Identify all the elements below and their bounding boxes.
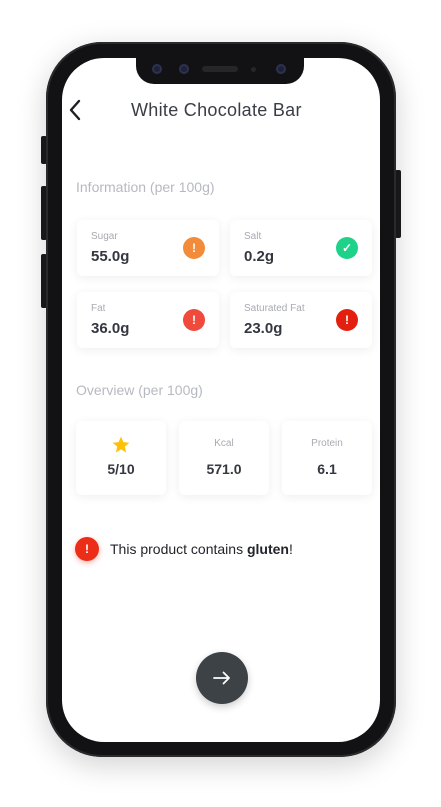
sensor-icon	[179, 64, 189, 74]
back-button[interactable]	[64, 98, 86, 122]
exclamation-icon: !	[183, 309, 205, 331]
protein-value: 6.1	[317, 461, 337, 477]
protein-label: Protein	[311, 438, 343, 449]
phone-screen	[62, 58, 380, 742]
exclamation-icon: !	[336, 309, 358, 331]
nutrient-name: Sugar	[91, 231, 118, 242]
overview-section-label: Overview (per 100g)	[76, 382, 203, 398]
exclamation-icon: !	[75, 537, 99, 561]
chevron-left-icon	[69, 99, 81, 121]
star-icon	[76, 435, 166, 459]
arrow-right-icon	[213, 671, 230, 685]
allergen-warning-suffix: !	[288, 541, 293, 557]
nutrient-name: Saturated Fat	[244, 303, 305, 314]
overview-card-protein[interactable]: Protein 6.1	[282, 421, 372, 495]
allergen-warning: This product contains gluten!	[110, 541, 293, 557]
allergen-name: gluten	[246, 541, 289, 557]
nutrient-card-salt[interactable]: Salt 0.2g ✓	[230, 220, 372, 276]
proximity-sensor	[251, 67, 256, 72]
overview-card-rating[interactable]: 5/10	[76, 421, 166, 495]
check-icon: ✓	[336, 237, 358, 259]
kcal-label: Kcal	[214, 438, 234, 449]
overview-card-kcal[interactable]: Kcal 571.0	[179, 421, 269, 495]
kcal-value: 571.0	[206, 461, 242, 477]
nutrient-value: 55.0g	[91, 248, 130, 265]
rating-value: 5/10	[107, 461, 135, 477]
camera-icon	[152, 64, 162, 74]
nutrient-name: Fat	[91, 303, 106, 314]
information-section-label: Information (per 100g)	[76, 179, 215, 195]
next-button[interactable]	[196, 652, 248, 704]
nutrient-name: Salt	[244, 231, 262, 242]
nutrient-card-sugar[interactable]: Sugar 55.0g !	[77, 220, 219, 276]
nutrient-value: 36.0g	[91, 320, 130, 337]
page-title: White Chocolate Bar	[131, 100, 302, 120]
nutrient-card-fat[interactable]: Fat 36.0g !	[77, 292, 219, 348]
nutrient-value: 23.0g	[244, 320, 283, 337]
nutrient-card-saturated-fat[interactable]: Saturated Fat 23.0g !	[230, 292, 372, 348]
front-camera-icon	[276, 64, 286, 74]
allergen-warning-prefix: This product contains	[110, 541, 247, 557]
exclamation-icon: !	[183, 237, 205, 259]
nutrient-value: 0.2g	[244, 248, 275, 265]
speaker-grille	[202, 66, 238, 72]
